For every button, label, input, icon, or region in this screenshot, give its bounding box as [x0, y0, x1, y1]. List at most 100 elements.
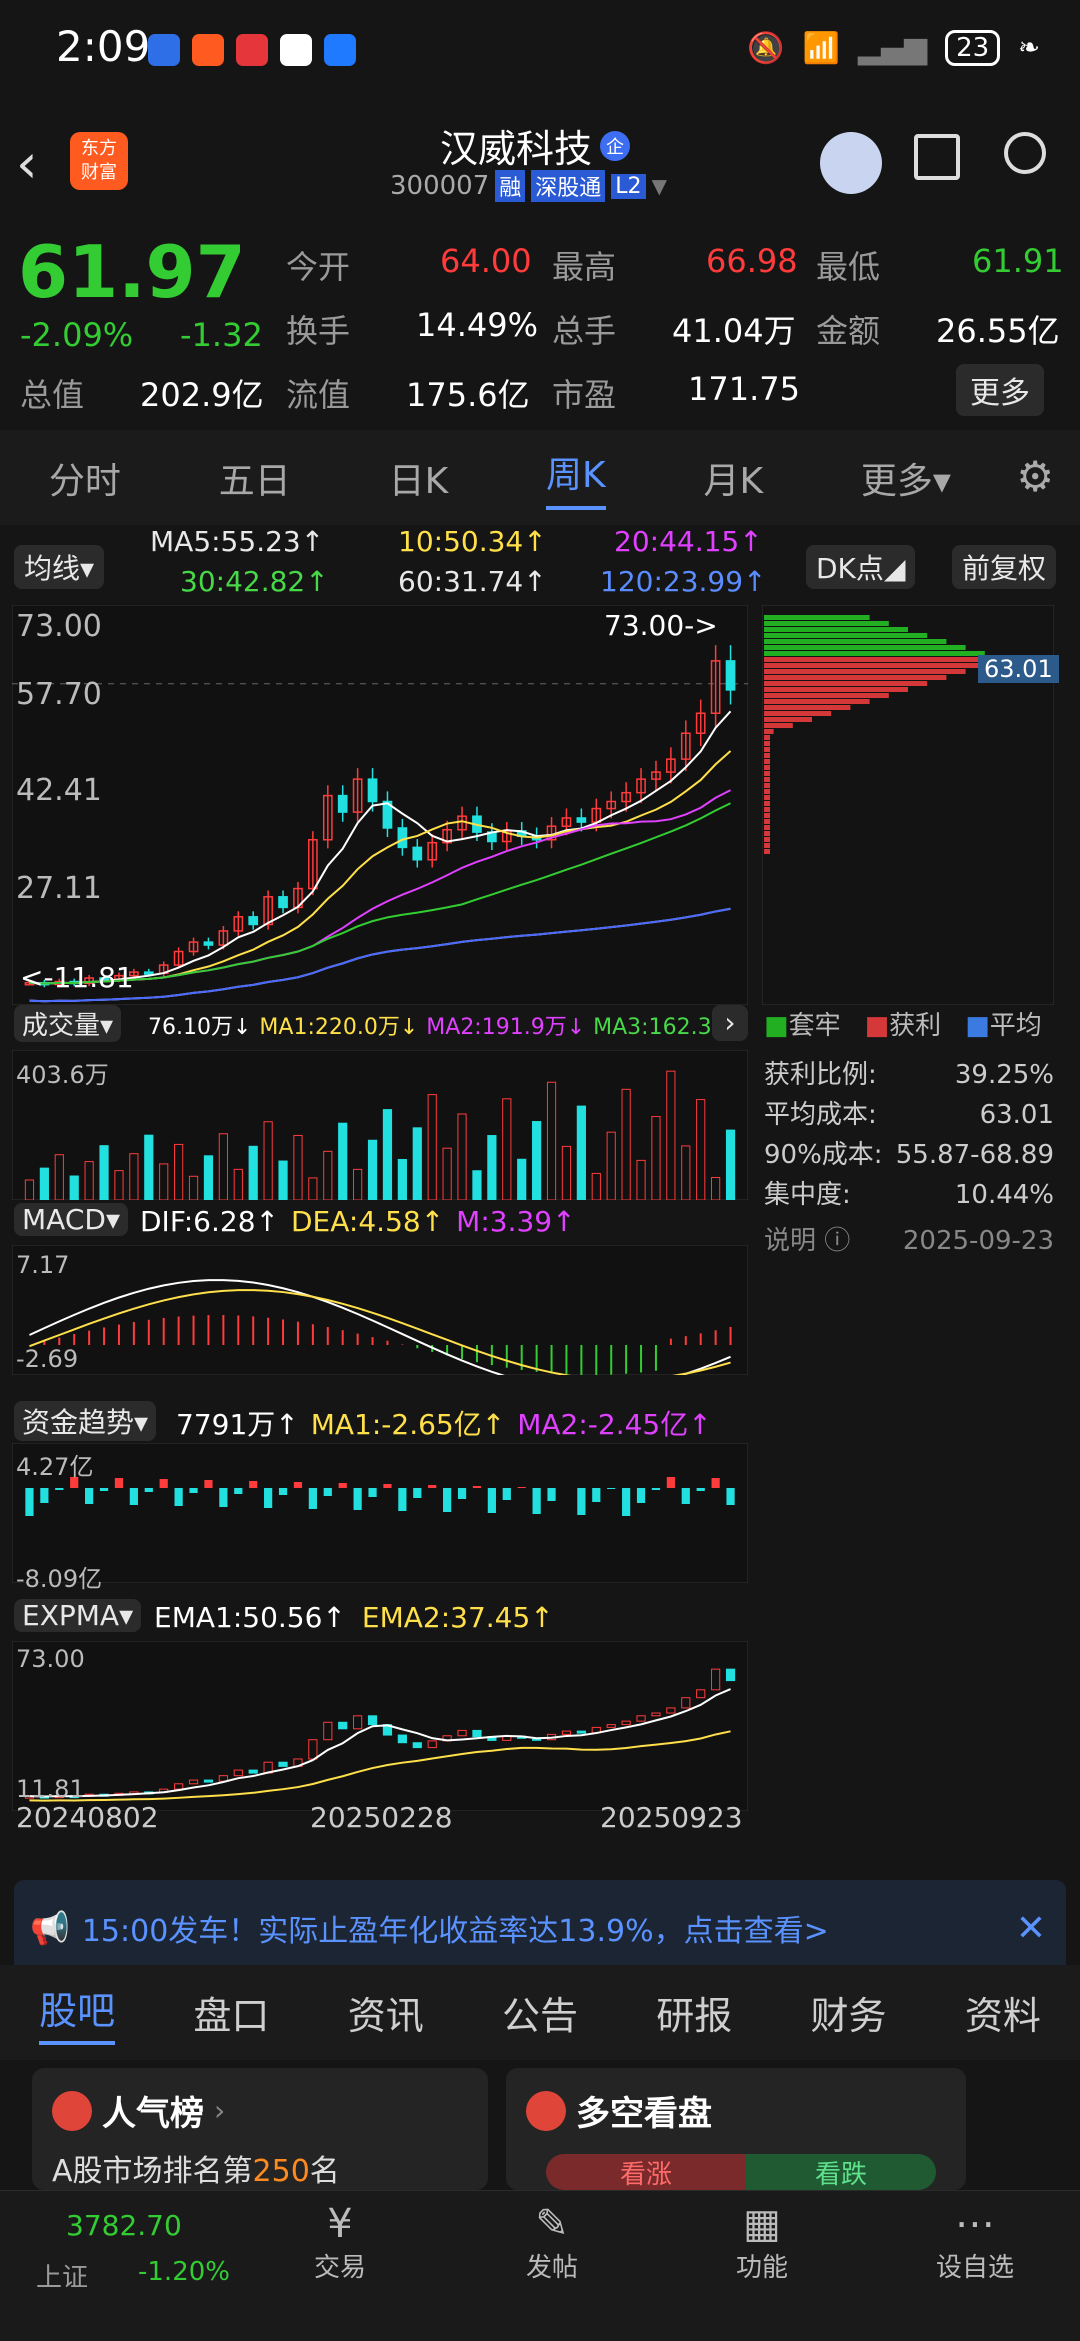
last-price: 61.97 [18, 230, 246, 314]
adjust-button[interactable]: 前复权 [952, 545, 1057, 589]
tab-monthly[interactable]: 月K [703, 452, 763, 504]
fund-bar [472, 1486, 482, 1488]
tab-more[interactable]: 更多▾ [861, 452, 951, 504]
fund-bar [99, 1488, 109, 1491]
watchlist-button[interactable]: ⋯ 设自选 [920, 2201, 1030, 2284]
candle-body [203, 941, 214, 946]
value-turnover: 14.49% [416, 306, 539, 344]
chip-note[interactable]: 说明 ⓘ [764, 1221, 850, 1261]
candlestick-chart[interactable] [12, 605, 748, 1005]
more-button[interactable]: 更多 [956, 364, 1044, 416]
robot-assistant-icon[interactable] [820, 132, 882, 194]
mobile-icon [280, 34, 312, 66]
macd-selector[interactable]: MACD▾ [14, 1203, 128, 1236]
tab-financials[interactable]: 财务 [811, 1985, 887, 2040]
expma-ymin: 11.81 [16, 1775, 85, 1803]
functions-button[interactable]: ▦ 功能 [722, 2201, 802, 2284]
expand-arrow-icon[interactable]: › [712, 1005, 748, 1041]
fund-bar [666, 1477, 675, 1488]
chip-bar [764, 699, 870, 704]
index-change[interactable]: -1.20% [138, 2257, 230, 2287]
macd-ymin: -2.69 [16, 1345, 79, 1373]
chip-concentration-value: 10.44% [954, 1180, 1054, 1210]
popularity-title: 人气榜 [102, 2094, 204, 2134]
chip-avg-cost-value: 63.01 [979, 1100, 1054, 1130]
fund-bar [487, 1488, 496, 1513]
tab-announcements[interactable]: 公告 [502, 1985, 578, 2040]
volume-ymax: 403.6万 [16, 1061, 109, 1089]
app-icon [192, 34, 224, 66]
ma-selector[interactable]: 均线▾ [14, 545, 105, 589]
value-float-cap: 175.6亿 [406, 376, 530, 414]
chip-bar [764, 639, 947, 644]
tab-profile[interactable]: 资料 [965, 1985, 1041, 2040]
dk-point-button[interactable]: DK点◢ [806, 545, 916, 589]
promo-text[interactable]: 15:00发车！实际止盈年化收益率达13.9%，点击查看> [82, 1906, 829, 1950]
volume-bar [487, 1135, 497, 1200]
fund-trend-chart[interactable] [12, 1443, 748, 1583]
enterprise-badge: 企 [600, 130, 631, 161]
fund-bar [144, 1488, 153, 1492]
fund-bar [264, 1488, 273, 1508]
volume-selector[interactable]: 成交量▾ [14, 1005, 122, 1042]
system-icons: 🔕 📶 ▂▄▆ 23 ❧ [747, 30, 1040, 66]
fund-bar [25, 1488, 34, 1516]
chip-bar [764, 759, 770, 764]
tab-reports[interactable]: 研报 [656, 1985, 732, 2040]
fund-ymin: -8.09亿 [16, 1565, 103, 1593]
fund-selector[interactable]: 资金趋势▾ [14, 1401, 157, 1441]
tab-forum[interactable]: 股吧 [39, 1980, 116, 2045]
bull-bear-title: 多空看盘 [576, 2094, 712, 2134]
tab-five-day[interactable]: 五日 [219, 452, 291, 504]
tab-news[interactable]: 资讯 [348, 1985, 424, 2040]
rank-text: A股市场排名第250名 [52, 2154, 340, 2189]
chip-bar [764, 615, 870, 620]
tab-weekly[interactable]: 周K [546, 446, 606, 510]
fund-bar [189, 1488, 198, 1493]
bullish-button[interactable]: 看涨 [546, 2154, 746, 2190]
bearish-button[interactable]: 看跌 [746, 2154, 936, 2190]
tab-orderbook[interactable]: 盘口 [193, 1985, 269, 2040]
share-icon[interactable] [914, 134, 960, 180]
chip-bar [764, 843, 770, 848]
fund-bar [457, 1488, 467, 1499]
stock-code: 300007 [390, 171, 490, 201]
macd-chart[interactable] [12, 1245, 748, 1375]
expma-selector[interactable]: EXPMA▾ [14, 1599, 142, 1632]
low-marker: <-11.81 [20, 961, 134, 994]
tab-daily[interactable]: 日K [389, 452, 449, 504]
gear-icon[interactable]: ⚙ [1016, 452, 1054, 501]
expma-chart[interactable] [12, 1641, 748, 1811]
volume-bar [382, 1109, 393, 1200]
tab-intraday[interactable]: 分时 [49, 452, 121, 504]
popularity-card[interactable]: 人气榜 › A股市场排名第250名 [32, 2068, 488, 2190]
chip-bar [764, 633, 928, 638]
ma120-label: 120:23.99↑ [600, 565, 767, 598]
x-label-end: 20250923 [600, 1801, 743, 1834]
close-icon[interactable]: ✕ [1016, 1908, 1046, 1949]
expma-ymax: 73.00 [16, 1645, 85, 1673]
bull-bear-card[interactable]: 多空看盘 看涨 看跌 [506, 2068, 966, 2190]
yen-icon: ¥ [327, 2201, 353, 2247]
volume-chart[interactable] [12, 1050, 748, 1200]
fund-bar [622, 1488, 631, 1516]
ma30-label: 30:42.82↑ [180, 565, 329, 598]
back-icon[interactable]: ‹ [16, 132, 38, 195]
x-label-start: 20240802 [16, 1801, 159, 1834]
chip-bar [764, 621, 889, 626]
search-icon[interactable] [1004, 132, 1046, 174]
trade-button[interactable]: ¥ 交易 [300, 2201, 380, 2284]
chevron-down-icon[interactable]: ▼ [652, 174, 667, 198]
index-name[interactable]: 上证 [36, 2257, 88, 2294]
chip-bar [764, 753, 770, 758]
post-button[interactable]: ✎ 发帖 [512, 2201, 592, 2284]
fund-bar [428, 1485, 437, 1488]
candle-body [367, 778, 378, 803]
index-value[interactable]: 3782.70 [66, 2209, 182, 2242]
fund-bar [651, 1488, 661, 1490]
chip-bar [764, 777, 770, 782]
promo-banner[interactable]: 📢 15:00发车！实际止盈年化收益率达13.9%，点击查看> ✕ [14, 1880, 1066, 1976]
value-total-cap: 202.9亿 [140, 376, 264, 414]
stock-title[interactable]: 汉威科技 企 [440, 118, 631, 173]
chip-bar [764, 651, 985, 656]
